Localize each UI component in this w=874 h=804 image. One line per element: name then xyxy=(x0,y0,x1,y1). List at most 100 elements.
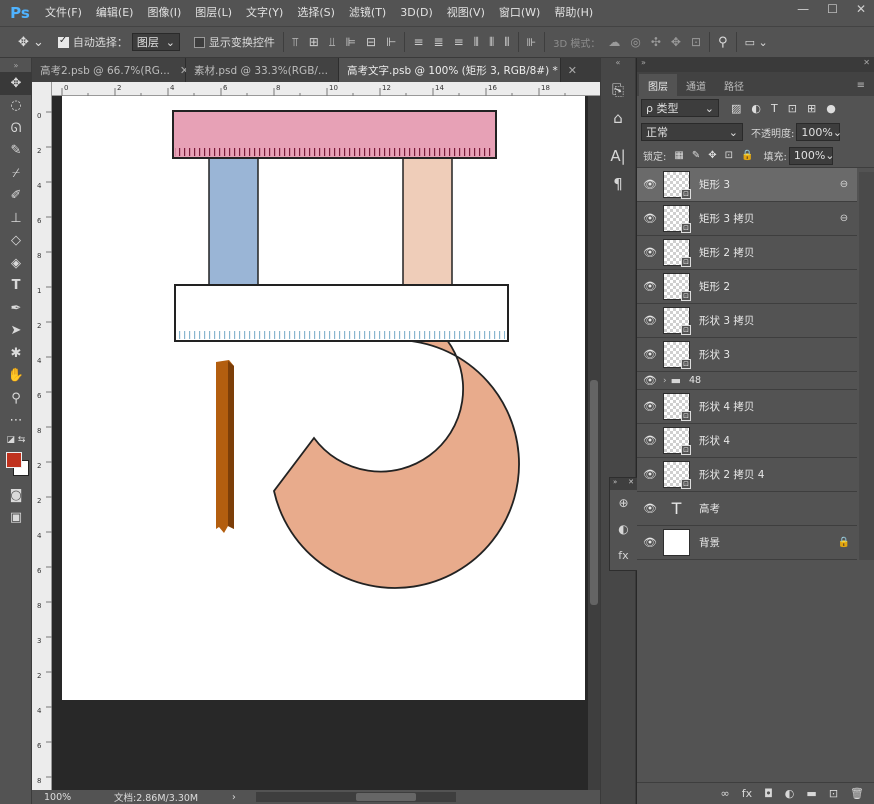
visibility-eye-icon[interactable]: 👁 xyxy=(637,246,663,259)
filter-smart-icon[interactable]: ⊞ xyxy=(807,102,816,115)
move-tool-icon[interactable]: ✥ xyxy=(0,72,32,95)
lock-all-icon[interactable]: 🔒 xyxy=(741,150,753,161)
visibility-eye-icon[interactable]: 👁 xyxy=(637,280,663,293)
slide-3d-icon[interactable]: ✥ xyxy=(671,35,681,49)
tab-channels[interactable]: 通道 xyxy=(677,74,715,96)
more-tools-icon[interactable]: ⋯ xyxy=(0,410,32,433)
expand-panels-icon[interactable]: « xyxy=(601,58,635,72)
horizontal-scroll-thumb[interactable] xyxy=(355,793,416,801)
filter-shape-icon[interactable]: ⊡ xyxy=(788,102,797,115)
layer-row[interactable]: 👁 ⊡ 形状 3 拷贝 xyxy=(637,304,857,338)
menu-image[interactable]: 图像(I) xyxy=(140,0,188,26)
distribute-vcenter-icon[interactable]: ≣ xyxy=(434,35,444,50)
menu-select[interactable]: 选择(S) xyxy=(290,0,342,26)
filter-kind-dropdown[interactable]: ρ 类型 ⌄ xyxy=(641,99,719,117)
align-right-icon[interactable]: ⊩ xyxy=(386,35,396,50)
layer-row[interactable]: 👁 ⊡ 矩形 2 xyxy=(637,270,857,304)
menu-3d[interactable]: 3D(D) xyxy=(393,0,440,26)
fill-field[interactable]: 100% ⌄ xyxy=(788,146,835,165)
visibility-eye-icon[interactable]: 👁 xyxy=(637,314,663,327)
layer-row[interactable]: 👁 背景 🔒 xyxy=(637,526,857,560)
search-icon[interactable]: ⚲ xyxy=(718,35,728,50)
visibility-eye-icon[interactable]: 👁 xyxy=(637,502,663,515)
distribute-left-icon[interactable]: ⦀ xyxy=(474,35,479,50)
layer-row[interactable]: 👁 ⊡ 形状 4 xyxy=(637,424,857,458)
document-canvas[interactable] xyxy=(62,96,585,700)
auto-select-dropdown[interactable]: 图层 ⌄ xyxy=(131,33,180,51)
pen-tool-icon[interactable]: ✒ xyxy=(0,297,32,320)
menu-window[interactable]: 窗口(W) xyxy=(492,0,547,26)
auto-select-checkbox[interactable]: 自动选择： xyxy=(57,34,128,50)
zoom-level[interactable]: 100% xyxy=(44,792,104,803)
tab-document-2[interactable]: 素材.psd @ 33.3%(RGB/...✕ xyxy=(186,58,347,82)
close-icon[interactable]: ✕ xyxy=(628,478,634,490)
layers-scrollbar[interactable] xyxy=(859,172,874,560)
tab-document-3[interactable]: 高考文字.psb @ 100% (矩形 3, RGB/8#) * ✕ xyxy=(339,58,577,82)
align-hcenter-icon[interactable]: ⊟ xyxy=(366,35,376,50)
peach-bar-shape[interactable] xyxy=(402,156,453,288)
adjustment-layer-icon[interactable]: ◐ xyxy=(785,787,795,800)
visibility-eye-icon[interactable]: 👁 xyxy=(637,468,663,481)
blue-bar-shape[interactable] xyxy=(208,156,259,288)
foreground-color-swatch[interactable] xyxy=(6,452,22,468)
visibility-eye-icon[interactable]: 👁 xyxy=(637,434,663,447)
eraser-tool-icon[interactable]: ◇ xyxy=(0,230,32,253)
menu-edit[interactable]: 编辑(E) xyxy=(89,0,141,26)
align-bottom-icon[interactable]: ⫫ xyxy=(329,35,336,50)
adjustments-icon[interactable]: ⊕ xyxy=(610,490,637,516)
close-tab-icon[interactable]: ✕ xyxy=(568,64,577,77)
vertical-ruler[interactable]: 0 2 4 6 8 1 2 4 6 8 2 2 4 6 8 3 2 4 6 8 xyxy=(32,82,52,790)
align-vcenter-icon[interactable]: ⊞ xyxy=(309,35,319,50)
paragraph-panel-icon[interactable]: ¶ xyxy=(601,170,635,198)
panel-menu-icon[interactable]: ≡ xyxy=(848,74,874,96)
collapse-panel-icon[interactable]: » xyxy=(641,58,646,72)
workspace-switcher-icon[interactable]: ▭ ⌄ xyxy=(745,36,768,49)
layer-row[interactable]: 👁 ⊡ 形状 4 拷贝 xyxy=(637,390,857,424)
distribute-bottom-icon[interactable]: ≡ xyxy=(454,35,464,50)
quick-mask-icon[interactable]: ◙ xyxy=(0,484,32,507)
new-group-icon[interactable]: ▬ xyxy=(806,787,816,800)
character-panel-icon[interactable]: A| xyxy=(601,142,635,170)
menu-type[interactable]: 文字(Y) xyxy=(239,0,290,26)
path-select-tool-icon[interactable]: ➤ xyxy=(0,320,32,343)
tab-document-1[interactable]: 高考2.psb @ 66.7%(RG... ✕ xyxy=(32,58,189,82)
lasso-tool-icon[interactable]: ᘏ xyxy=(0,117,32,140)
zoom-tool-icon[interactable]: ⚲ xyxy=(0,387,32,410)
new-layer-icon[interactable]: ⊡ xyxy=(829,787,838,800)
horizontal-ruler[interactable]: 0 2 4 6 8 10 12 14 16 18 xyxy=(52,82,600,96)
layer-row[interactable]: 👁 ⊡ 矩形 2 拷贝 xyxy=(637,236,857,270)
visibility-eye-icon[interactable]: 👁 xyxy=(637,536,663,549)
scale-3d-icon[interactable]: ⊡ xyxy=(691,35,701,49)
arc-shape[interactable] xyxy=(273,339,520,589)
align-top-icon[interactable]: ⫪ xyxy=(292,35,299,50)
close-panel-icon[interactable]: ✕ xyxy=(863,58,870,72)
lock-artboard-icon[interactable]: ⊡ xyxy=(725,150,733,161)
blend-mode-dropdown[interactable]: 正常 ⌄ xyxy=(641,123,743,141)
menu-layer[interactable]: 图层(L) xyxy=(188,0,239,26)
show-transform-checkbox[interactable]: 显示变换控件 xyxy=(193,34,275,50)
stamp-tool-icon[interactable]: ⊥ xyxy=(0,207,32,230)
visibility-eye-icon[interactable]: 👁 xyxy=(637,212,663,225)
link-layers-icon[interactable]: ∞ xyxy=(721,787,730,800)
auto-align-icon[interactable]: ⊪ xyxy=(527,36,537,49)
align-left-icon[interactable]: ⊫ xyxy=(346,35,356,50)
custom-shape-tool-icon[interactable]: ✱ xyxy=(0,342,32,365)
marquee-tool-icon[interactable]: ◌ xyxy=(0,95,32,118)
fx-icon[interactable]: fx xyxy=(610,542,637,568)
mini-panel-header[interactable]: » ✕ xyxy=(610,478,637,490)
menu-filter[interactable]: 滤镜(T) xyxy=(342,0,393,26)
styles-icon[interactable]: ◐ xyxy=(610,516,637,542)
filter-adjust-icon[interactable]: ◐ xyxy=(751,102,761,115)
layer-row[interactable]: 👁 ⊡ 矩形 3 拷贝 ⊖ xyxy=(637,202,857,236)
filter-pixel-icon[interactable]: ▨ xyxy=(731,102,741,115)
roll-3d-icon[interactable]: ◎ xyxy=(630,35,640,49)
maximize-icon[interactable]: ☐ xyxy=(827,2,838,16)
quick-select-tool-icon[interactable]: ✎ xyxy=(0,140,32,163)
eyedropper-tool-icon[interactable]: ⌿ xyxy=(0,162,32,185)
layer-group-row[interactable]: 👁 › ▬ 48 xyxy=(637,372,857,390)
horizontal-scrollbar[interactable] xyxy=(255,792,456,802)
history-panel-icon[interactable]: ⎘ xyxy=(601,76,635,104)
layer-row[interactable]: 👁 T 高考 xyxy=(637,492,857,526)
layer-row[interactable]: 👁 ⊡ 形状 3 xyxy=(637,338,857,372)
visibility-eye-icon[interactable]: 👁 xyxy=(637,400,663,413)
